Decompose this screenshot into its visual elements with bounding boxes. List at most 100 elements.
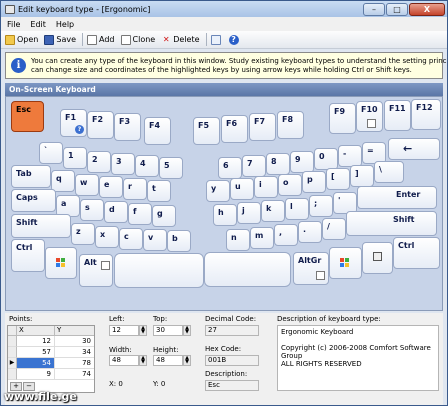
key-left-ctrl[interactable]: Ctrl	[11, 239, 45, 272]
points-grid[interactable]: X Y 12 30 57 34 ▶ 54 78 9 74 + −	[7, 325, 95, 393]
key-left-bracket[interactable]: [	[326, 168, 350, 190]
grid-cell[interactable]: 12	[17, 336, 55, 347]
height-spinner[interactable]: ▲ ▼	[183, 355, 191, 366]
key-f6[interactable]: F6	[221, 115, 248, 143]
column-x-header[interactable]: X	[17, 326, 55, 336]
key-altgr[interactable]: AltGr	[293, 252, 329, 285]
key-backspace[interactable]: ←	[388, 138, 440, 160]
key-s[interactable]: s	[80, 199, 104, 221]
key-8[interactable]: 8	[266, 153, 290, 175]
width-input[interactable]: 48	[109, 355, 139, 366]
key-w[interactable]: w	[75, 174, 99, 196]
key-period[interactable]: .	[298, 221, 322, 243]
key-f1[interactable]: F1?	[60, 109, 87, 137]
help-button[interactable]: ?	[228, 34, 241, 45]
key-f10[interactable]: F10	[356, 101, 383, 132]
key-7[interactable]: 7	[242, 155, 266, 177]
key-left-windows[interactable]	[45, 247, 77, 279]
key-left-shift[interactable]: Shift	[11, 214, 71, 238]
key-f11[interactable]: F11	[384, 100, 411, 131]
menu-edit[interactable]: Edit	[30, 20, 46, 29]
key-comma[interactable]: ,	[274, 224, 298, 246]
key-p[interactable]: p	[302, 171, 326, 193]
key-left-space[interactable]	[114, 253, 204, 288]
key-minus[interactable]: -	[338, 145, 362, 167]
key-z[interactable]: z	[71, 223, 95, 245]
key-5[interactable]: 5	[159, 157, 183, 179]
key-1[interactable]: 1	[63, 147, 87, 169]
key-f7[interactable]: F7	[249, 113, 276, 141]
key-l[interactable]: l	[285, 198, 309, 220]
key-2[interactable]: 2	[87, 151, 111, 173]
key-esc[interactable]: Esc	[11, 101, 44, 132]
key-f2[interactable]: F2	[87, 111, 114, 139]
key-semicolon[interactable]: ;	[309, 195, 333, 217]
key-6[interactable]: 6	[218, 157, 242, 179]
key-menu[interactable]	[362, 242, 393, 274]
column-y-header[interactable]: Y	[55, 326, 94, 336]
key-x[interactable]: x	[95, 226, 119, 248]
key-n[interactable]: n	[226, 229, 250, 251]
grid-cell[interactable]: 74	[55, 369, 94, 380]
key-g[interactable]: g	[152, 205, 176, 227]
key-9[interactable]: 9	[290, 151, 314, 173]
menu-file[interactable]: File	[7, 20, 20, 29]
grid-cell[interactable]: 34	[55, 347, 94, 358]
key-0[interactable]: 0	[314, 148, 338, 170]
key-u[interactable]: u	[230, 178, 254, 200]
key-f4[interactable]: F4	[144, 117, 171, 145]
key-f9[interactable]: F9	[329, 103, 356, 134]
grid-cell-selected[interactable]: 54	[17, 358, 55, 369]
open-button[interactable]: Open	[5, 34, 38, 45]
width-spinner[interactable]: ▲ ▼	[139, 355, 147, 366]
key-d[interactable]: d	[104, 201, 128, 223]
email-button[interactable]	[210, 34, 223, 45]
key-h[interactable]: h	[213, 204, 237, 226]
key-backtick[interactable]: `	[39, 142, 63, 164]
key-i[interactable]: i	[254, 176, 278, 198]
decimal-code-field[interactable]: 27	[205, 325, 259, 336]
key-r[interactable]: r	[123, 178, 147, 200]
top-input[interactable]: 30	[153, 325, 183, 336]
keyboard-type-description-textarea[interactable]: Ergonomic Keyboard Copyright (c) 2006-20…	[277, 325, 439, 391]
key-f[interactable]: f	[128, 203, 152, 225]
key-b[interactable]: b	[167, 230, 191, 252]
top-spinner[interactable]: ▲ ▼	[183, 325, 191, 336]
key-m[interactable]: m	[250, 227, 274, 249]
key-o[interactable]: o	[278, 174, 302, 196]
key-right-shift[interactable]: Shift	[346, 211, 437, 236]
key-v[interactable]: v	[143, 229, 167, 251]
grid-cell[interactable]: 9	[17, 369, 55, 380]
minimize-button[interactable]: –	[363, 2, 385, 16]
key-description-field[interactable]: Esc	[205, 380, 259, 391]
key-f12[interactable]: F12	[411, 99, 441, 130]
key-right-ctrl[interactable]: Ctrl	[393, 237, 440, 269]
clone-button[interactable]: Clone	[120, 34, 155, 45]
maximize-button[interactable]: □	[386, 2, 408, 16]
key-slash[interactable]: /	[322, 218, 346, 240]
grid-cell[interactable]: 57	[17, 347, 55, 358]
save-button[interactable]: Save	[44, 34, 76, 45]
key-tab[interactable]: Tab	[11, 165, 51, 188]
hex-code-field[interactable]: 001B	[205, 355, 259, 366]
key-t[interactable]: t	[147, 180, 171, 202]
key-q[interactable]: q	[51, 170, 75, 192]
key-left-alt[interactable]: Alt	[79, 254, 113, 287]
key-y[interactable]: y	[206, 180, 230, 202]
menu-help[interactable]: Help	[56, 20, 74, 29]
grid-cell[interactable]: 78	[55, 358, 94, 369]
left-input[interactable]: 12	[109, 325, 139, 336]
key-right-space[interactable]	[204, 252, 291, 287]
key-4[interactable]: 4	[135, 155, 159, 177]
key-f8[interactable]: F8	[277, 111, 304, 139]
left-spinner[interactable]: ▲ ▼	[139, 325, 147, 336]
key-caps[interactable]: Caps	[11, 189, 56, 212]
add-button[interactable]: Add	[87, 34, 115, 45]
key-backslash[interactable]: \	[374, 161, 404, 183]
key-right-bracket[interactable]: ]	[350, 165, 374, 187]
key-k[interactable]: k	[261, 200, 285, 222]
key-j[interactable]: j	[237, 202, 261, 224]
height-input[interactable]: 48	[153, 355, 183, 366]
close-button[interactable]: X	[409, 2, 445, 16]
key-f3[interactable]: F3	[114, 113, 141, 141]
